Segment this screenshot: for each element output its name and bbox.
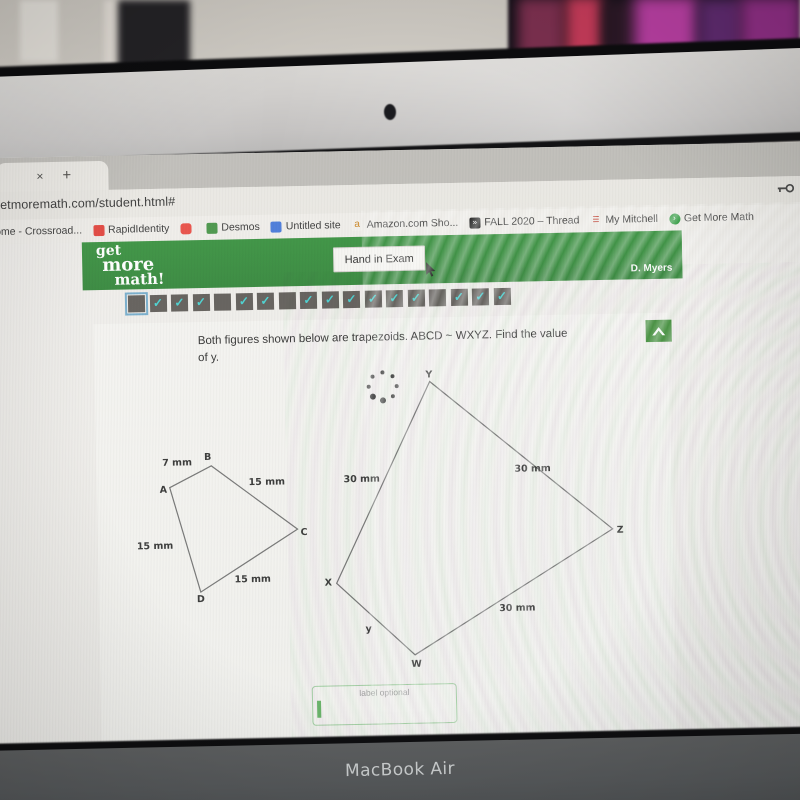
bookmark-label: Amazon.com Sho... (366, 216, 459, 231)
desmos-icon (206, 222, 218, 234)
laptop-screen: × + m.getmoremath.com/student.html# Home… (0, 141, 800, 759)
bookmark-label: Home - Crossroad... (0, 224, 83, 239)
problem-square-1[interactable] (124, 291, 149, 316)
spinner-dot (390, 393, 396, 399)
text-caret (317, 700, 322, 718)
problem-square-11[interactable]: ✓ (342, 290, 361, 308)
problem-square-16[interactable]: ✓ (450, 288, 468, 306)
bookmark-home-crossroad[interactable]: Home - Crossroad... (0, 224, 82, 238)
loading-spinner (364, 368, 401, 405)
side-label-yz: 30 mm (514, 463, 551, 475)
logo-line-3: math! (114, 270, 165, 290)
problem-square-3[interactable]: ✓ (170, 293, 189, 312)
vertex-label-w: W (411, 658, 422, 670)
mitchell-icon: ☰ (590, 214, 602, 226)
untitled-site-icon (270, 220, 282, 233)
problem-square-4[interactable]: ✓ (192, 293, 210, 311)
bookmark-label: FALL 2020 – Thread (484, 214, 580, 229)
problem-square-14[interactable]: ✓ (407, 289, 425, 307)
bookmark-label: Get More Math (683, 210, 755, 225)
getmoremath-app: get more math! Hand in Exam D. Myers ✓ ✓ ✓… (0, 227, 800, 759)
problem-square-13[interactable]: ✓ (385, 289, 404, 307)
problem-square-5[interactable] (213, 292, 232, 311)
bookmark-fall-2020-thread[interactable]: » FALL 2020 – Thread (469, 214, 580, 229)
bookmark-get-more-math[interactable]: › Get More Math (668, 210, 755, 225)
trapezoid-wxyz-shape (335, 380, 614, 656)
vertex-label-a: A (159, 484, 168, 496)
problem-square-2[interactable]: ✓ (149, 294, 167, 312)
bookmark-label: Desmos (221, 220, 260, 234)
bookmark-label: RapidIdentity (107, 222, 170, 236)
bookmark-untitled-site[interactable]: Untitled site (270, 219, 341, 233)
answer-input[interactable]: label optional (311, 682, 458, 726)
bookmark-label: My Mitchell (605, 212, 659, 226)
browser-tab[interactable] (0, 160, 109, 194)
app-logo: get more math! (96, 243, 165, 290)
bookmark-my-mitchell[interactable]: ☰ My Mitchell (590, 213, 658, 226)
vertex-label-d: D (196, 594, 205, 606)
bookmark-desmos[interactable]: Desmos (206, 221, 260, 234)
thread-icon: » (469, 216, 481, 229)
side-label-da: 15 mm (136, 540, 174, 553)
wall-panel (20, 0, 58, 62)
youtube-icon (180, 222, 192, 234)
side-label-ab: 7 mm (162, 457, 193, 469)
vertex-label-x: X (324, 577, 333, 589)
rapididentity-icon (92, 224, 105, 236)
problem-square-12[interactable]: ✓ (364, 289, 382, 308)
side-label-zw: 30 mm (499, 602, 536, 615)
bookmark-youtube[interactable] (180, 222, 195, 234)
bookmark-amazon[interactable]: a Amazon.com Sho... (351, 216, 459, 231)
problem-square-6[interactable]: ✓ (235, 292, 253, 310)
spinner-dot (394, 383, 400, 389)
spinner-dot (370, 374, 375, 380)
side-label-xy: 30 mm (343, 473, 381, 486)
problem-square-9[interactable]: ✓ (299, 291, 318, 309)
vertex-label-y: Y (425, 369, 433, 381)
hand-in-exam-button[interactable]: Hand in Exam (332, 245, 426, 273)
spinner-dot (369, 393, 377, 400)
problem-square-17[interactable]: ✓ (471, 287, 490, 306)
problem-square-8[interactable] (278, 291, 296, 309)
amazon-icon: a (351, 219, 363, 231)
problem-square-18[interactable]: ✓ (493, 287, 511, 305)
get-more-math-icon: › (668, 212, 681, 225)
tab-close-icon[interactable]: × (36, 169, 43, 183)
spinner-dot (379, 397, 387, 404)
problem-square-10[interactable]: ✓ (321, 290, 339, 309)
vertex-label-b: B (204, 451, 212, 464)
spinner-dot (366, 384, 372, 389)
spinner-dot (390, 374, 395, 379)
key-icon[interactable] (777, 181, 795, 193)
problem-square-15[interactable] (428, 288, 447, 306)
answer-placeholder: label optional (359, 686, 410, 698)
problem-panel: Both figures shown below are trapezoids.… (93, 312, 677, 750)
photo-of-laptop-screen: × + m.getmoremath.com/student.html# Home… (0, 0, 800, 800)
mouse-cursor (425, 261, 436, 282)
side-label-bc: 15 mm (248, 476, 286, 489)
new-tab-button[interactable]: + (62, 167, 71, 184)
bookmark-label: Untitled site (285, 219, 341, 233)
problem-square-7[interactable]: ✓ (256, 292, 275, 310)
vertex-label-c: C (300, 526, 308, 539)
vertex-label-z: Z (616, 524, 624, 536)
spinner-dot (380, 370, 385, 375)
side-label-cd: 15 mm (234, 573, 272, 586)
bookmark-rapididentity[interactable]: RapidIdentity (92, 222, 170, 237)
side-label-wx-y: y (365, 623, 372, 635)
user-name-label: D. Myers (630, 262, 673, 275)
